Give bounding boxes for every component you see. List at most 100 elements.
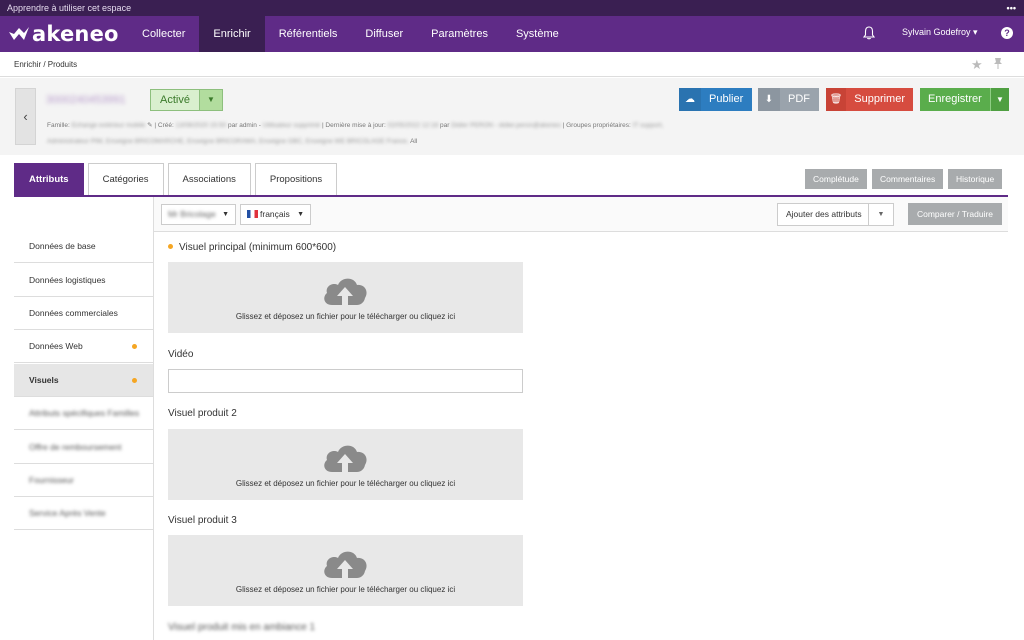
caret-down-icon: ▼ <box>297 211 304 218</box>
video-input[interactable] <box>168 369 523 393</box>
topbar: Apprendre à utiliser cet espace ••• <box>0 0 1024 16</box>
delete-label: Supprimer <box>854 93 905 105</box>
product-sku: 3000240453991 <box>46 94 126 106</box>
more-dots-icon[interactable]: ••• <box>1007 0 1016 16</box>
nav-item-parametres[interactable]: Paramètres <box>417 16 502 52</box>
channel-select[interactable]: Mr Bricolage ▼ <box>161 204 236 225</box>
field-label-video: Vidéo <box>168 349 194 360</box>
akeneo-logo-icon <box>9 27 29 40</box>
meta-par: par <box>440 122 450 129</box>
pin-icon[interactable] <box>993 57 1003 72</box>
comments-button[interactable]: Commentaires <box>872 169 944 189</box>
tab-categories[interactable]: Catégories <box>87 163 164 196</box>
nav-item-enrichir[interactable]: Enrichir <box>199 16 265 52</box>
locale-label: français <box>260 209 290 219</box>
nav-item-diffuser[interactable]: Diffuser <box>351 16 417 52</box>
delete-button[interactable]: 🗑 Supprimer <box>826 88 913 111</box>
status-dropdown[interactable]: Activé ▼ <box>150 89 223 111</box>
sidebar-item-label: Service Après Vente <box>29 508 106 518</box>
meta-groups-value: IT support, <box>632 122 664 129</box>
meta-groups-end: All <box>410 138 418 145</box>
meta-updated-label: | Dernière mise à jour: <box>321 122 386 129</box>
save-label: Enregistrer <box>928 93 982 105</box>
save-button[interactable]: Enregistrer ▼ <box>920 88 1009 111</box>
sidebar-item-donnees-logistiques[interactable]: Données logistiques <box>14 264 153 297</box>
add-attributes-label: Ajouter des attributs <box>786 209 862 219</box>
trash-icon: 🗑 <box>826 88 847 111</box>
meta-family-value: Echange extérieur mobile <box>71 122 146 129</box>
compare-translate-button[interactable]: Comparer / Traduire <box>908 203 1002 225</box>
sidebar-item-label: Visuels <box>29 375 59 385</box>
cloud-upload-icon <box>324 551 367 578</box>
star-icon[interactable]: ★ <box>971 57 983 73</box>
history-button[interactable]: Historique <box>948 169 1003 189</box>
tab-propositions[interactable]: Propositions <box>254 163 338 196</box>
channel-label: Mr Bricolage <box>168 209 216 219</box>
incomplete-dot-icon <box>132 344 137 349</box>
product-meta-line: Famille: Echange extérieur mobile ✎ | Cr… <box>47 121 664 129</box>
meta-created-label: | Créé: <box>154 122 174 129</box>
help-icon[interactable]: ? <box>1001 27 1013 39</box>
nav-item-referentiels[interactable]: Référentiels <box>265 16 352 52</box>
pdf-button[interactable]: ⬇ PDF <box>758 88 819 111</box>
user-menu[interactable]: Sylvain Godefroy ▾ <box>902 27 978 38</box>
cloud-upload-icon <box>324 278 367 305</box>
required-dot-icon <box>168 244 173 249</box>
meta-groups-label: | Groupes propriétaires: <box>562 122 631 129</box>
nav-item-systeme[interactable]: Système <box>502 16 573 52</box>
visual2-dropzone[interactable]: Glissez et déposez un fichier pour le té… <box>168 429 523 500</box>
topbar-link[interactable]: Apprendre à utiliser cet espace <box>7 3 131 13</box>
status-label: Activé <box>160 94 190 106</box>
sidebar-item-label: Données de base <box>29 241 96 251</box>
dropzone-text: Glissez et déposez un fichier pour le té… <box>235 479 456 488</box>
main-visual-label-text: Visuel principal (minimum 600*600) <box>179 242 337 253</box>
dropzone-text: Glissez et déposez un fichier pour le té… <box>235 585 456 594</box>
main-nav: akeneo Collecter Enrichir Référentiels D… <box>0 16 1024 52</box>
save-dropdown-caret-icon[interactable]: ▼ <box>989 88 1009 111</box>
sidebar-item-label: Données logistiques <box>29 275 106 285</box>
cloud-upload-icon <box>324 445 367 472</box>
sidebar-item-donnees-commerciales[interactable]: Données commerciales <box>14 297 153 330</box>
sidebar-item-fournisseur[interactable]: Fournisseur <box>14 464 153 497</box>
sidebar-item-donnees-base[interactable]: Données de base <box>14 230 153 263</box>
publish-label: Publier <box>709 93 744 105</box>
bell-icon[interactable] <box>862 26 876 43</box>
add-attributes-button[interactable]: Ajouter des attributs ▼ <box>777 203 894 226</box>
dropzone-text: Glissez et déposez un fichier pour le té… <box>235 312 456 321</box>
sidebar-item-label: Attributs spécifiques Familles <box>29 408 140 418</box>
france-flag-icon <box>247 210 258 218</box>
tab-bar: Attributs Catégories Associations Propos… <box>14 163 341 196</box>
nav-item-collecter[interactable]: Collecter <box>128 16 199 52</box>
logo[interactable]: akeneo <box>8 22 119 46</box>
field-label-main-visual: Visuel principal (minimum 600*600) <box>168 242 336 253</box>
back-button[interactable]: ‹ <box>15 88 36 145</box>
pdf-label: PDF <box>788 93 810 105</box>
meta-family-label: Famille: <box>47 122 70 129</box>
sidebar-item-attributs-specifiques[interactable]: Attributs spécifiques Familles <box>14 397 153 430</box>
sidebar-item-offre-remboursement[interactable]: Offre de remboursement <box>14 431 153 464</box>
field-label-visual3: Visuel produit 3 <box>168 515 237 526</box>
field-label-ambiance: Visuel produit mis en ambiance 1 <box>168 622 316 633</box>
completude-button[interactable]: Complétude <box>805 169 867 189</box>
sidebar-item-sav[interactable]: Service Après Vente <box>14 497 153 530</box>
publish-button[interactable]: ☁ Publier <box>679 88 752 111</box>
meta-by-admin: par admin - <box>228 122 261 129</box>
caret-down-icon[interactable]: ▼ <box>868 204 893 225</box>
breadcrumb-bar: Enrichir / Produits ★ <box>0 52 1024 77</box>
main-visual-dropzone[interactable]: Glissez et déposez un fichier pour le té… <box>168 262 523 333</box>
tab-attributs[interactable]: Attributs <box>14 163 84 196</box>
visual3-dropzone[interactable]: Glissez et déposez un fichier pour le té… <box>168 535 523 606</box>
meta-groups-list: Administrateur PIM, Enseigne BRICOMARCHE… <box>47 138 409 145</box>
pencil-icon[interactable]: ✎ <box>147 122 152 129</box>
meta-updated-value: 02/05/2022 12:18 <box>387 122 439 129</box>
caret-down-icon[interactable]: ▼ <box>198 90 222 110</box>
locale-select[interactable]: français ▼ <box>240 204 311 225</box>
sidebar-item-label: Fournisseur <box>29 475 74 485</box>
product-meta-line-2: Administrateur PIM, Enseigne BRICOMARCHE… <box>47 138 417 145</box>
breadcrumb[interactable]: Enrichir / Produits <box>14 60 77 69</box>
sidebar-item-visuels[interactable]: Visuels <box>14 364 153 397</box>
download-icon: ⬇ <box>758 88 780 111</box>
sidebar-item-donnees-web[interactable]: Données Web <box>14 330 153 363</box>
sidebar-item-label: Données commerciales <box>29 308 118 318</box>
tab-associations[interactable]: Associations <box>167 163 251 196</box>
